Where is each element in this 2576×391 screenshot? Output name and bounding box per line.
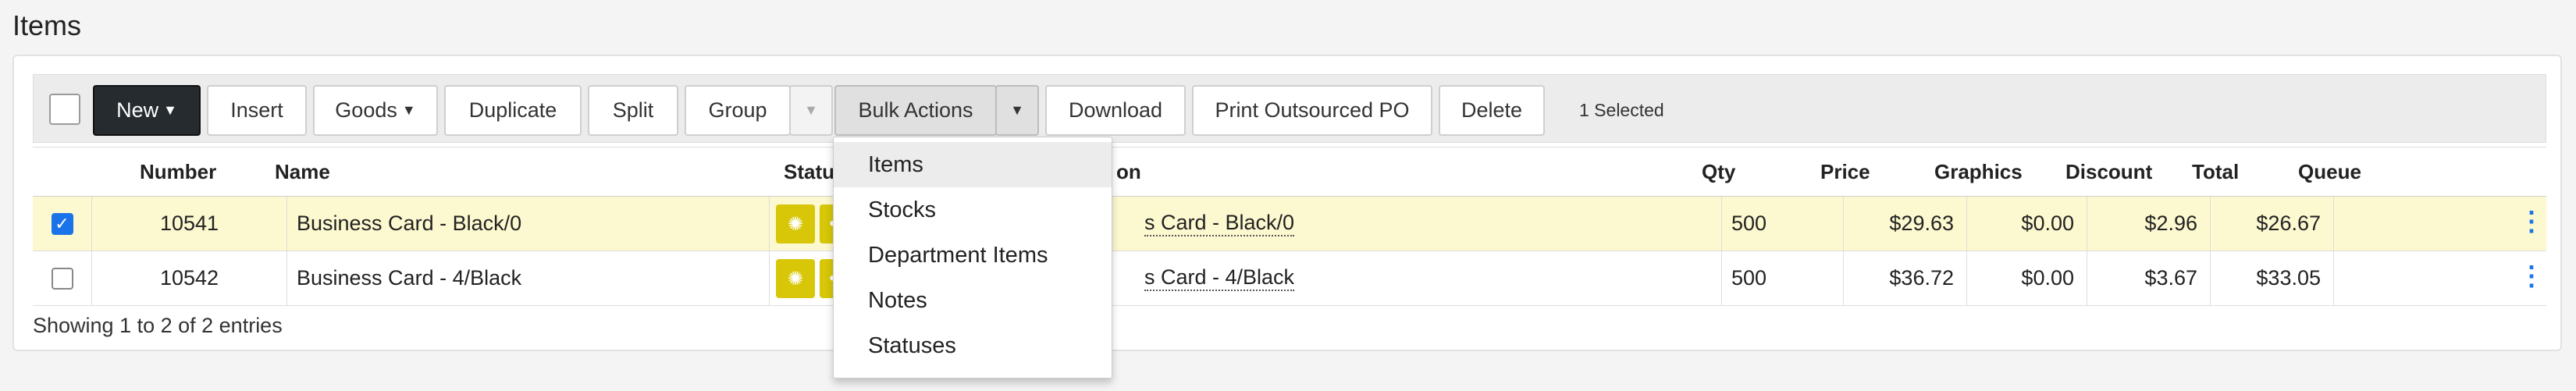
col-total[interactable]: Total bbox=[2192, 160, 2239, 184]
download-button-label: Download bbox=[1068, 98, 1163, 122]
table-row[interactable]: ✓ 10541 Business Card - Black/0 ✺ ••• s … bbox=[33, 197, 2546, 251]
new-button-label: New bbox=[116, 98, 159, 122]
table-info: Showing 1 to 2 of 2 entries bbox=[33, 314, 283, 337]
col-qty[interactable]: Qty bbox=[1702, 160, 1735, 184]
page-title: Items bbox=[12, 9, 82, 41]
group-button[interactable]: Group bbox=[685, 85, 791, 136]
insert-button-label: Insert bbox=[230, 98, 283, 122]
row-name: Business Card - Black/0 bbox=[287, 197, 770, 251]
col-price[interactable]: Price bbox=[1820, 160, 1870, 184]
items-panel: New ▼ Insert Goods ▼ Duplicate Split Gro… bbox=[12, 55, 2562, 351]
duplicate-button[interactable]: Duplicate bbox=[444, 85, 582, 136]
delete-button-label: Delete bbox=[1461, 98, 1523, 122]
goods-button[interactable]: Goods ▼ bbox=[313, 85, 438, 136]
menu-item-notes[interactable]: Notes bbox=[834, 278, 1112, 323]
row-graphics: $0.00 bbox=[1967, 197, 2087, 251]
vertical-ellipsis-icon[interactable]: ⋮ bbox=[2518, 261, 2545, 292]
row-name: Business Card - 4/Black bbox=[287, 251, 770, 305]
split-button[interactable]: Split bbox=[588, 85, 678, 136]
row-discount: $2.96 bbox=[2087, 197, 2211, 251]
duplicate-button-label: Duplicate bbox=[468, 98, 557, 122]
caret-down-icon: ▼ bbox=[163, 102, 177, 118]
col-description[interactable]: on bbox=[1116, 160, 1141, 184]
menu-item-stocks[interactable]: Stocks bbox=[834, 187, 1112, 233]
row-qty: 500 bbox=[1722, 251, 1844, 305]
row-qty: 500 bbox=[1722, 197, 1844, 251]
bulk-actions-menu: Items Stocks Department Items Notes Stat… bbox=[833, 137, 1112, 379]
print-outsourced-po-button[interactable]: Print Outsourced PO bbox=[1192, 85, 1432, 136]
table-header: Number Name Status on Qty Price Graphics… bbox=[33, 148, 2546, 197]
col-name[interactable]: Name bbox=[275, 160, 330, 184]
col-number[interactable]: Number bbox=[140, 160, 216, 184]
row-queue bbox=[2334, 197, 2546, 251]
bulk-actions-button-label: Bulk Actions bbox=[858, 98, 973, 122]
loading-spinner-icon[interactable]: ✺ bbox=[776, 259, 815, 298]
row-price: $29.63 bbox=[1844, 197, 1967, 251]
row-number: 10541 bbox=[92, 197, 287, 251]
vertical-ellipsis-icon[interactable]: ⋮ bbox=[2518, 206, 2545, 237]
row-total: $33.05 bbox=[2211, 251, 2334, 305]
new-button[interactable]: New ▼ bbox=[93, 85, 201, 136]
group-button-label: Group bbox=[708, 98, 767, 122]
col-discount[interactable]: Discount bbox=[2065, 160, 2152, 184]
insert-button[interactable]: Insert bbox=[207, 85, 307, 136]
table-row[interactable]: 10542 Business Card - 4/Black ✺ ••• s Ca… bbox=[33, 251, 2546, 306]
selection-count: 1 Selected bbox=[1579, 100, 1664, 120]
menu-item-items[interactable]: Items bbox=[834, 142, 1112, 187]
caret-down-icon: ▼ bbox=[1010, 102, 1024, 118]
row-total: $26.67 bbox=[2211, 197, 2334, 251]
goods-button-label: Goods bbox=[335, 98, 397, 122]
loading-spinner-icon[interactable]: ✺ bbox=[776, 204, 815, 243]
caret-down-icon: ▼ bbox=[804, 102, 818, 118]
row-description-link[interactable]: s Card - Black/0 bbox=[1144, 211, 1295, 236]
row-queue bbox=[2334, 251, 2546, 305]
row-description-link[interactable]: s Card - 4/Black bbox=[1144, 265, 1295, 291]
bulk-actions-button[interactable]: Bulk Actions bbox=[834, 85, 997, 136]
row-select-cell: ✓ bbox=[33, 197, 92, 251]
items-table: Number Name Status on Qty Price Graphics… bbox=[33, 147, 2546, 309]
caret-down-icon: ▼ bbox=[401, 102, 416, 118]
menu-item-department-items[interactable]: Department Items bbox=[834, 233, 1112, 278]
row-checkbox[interactable]: ✓ bbox=[51, 212, 73, 235]
row-discount: $3.67 bbox=[2087, 251, 2211, 305]
print-outsourced-po-button-label: Print Outsourced PO bbox=[1215, 98, 1410, 122]
row-price: $36.72 bbox=[1844, 251, 1967, 305]
row-checkbox[interactable] bbox=[51, 267, 73, 290]
row-number: 10542 bbox=[92, 251, 287, 305]
col-graphics[interactable]: Graphics bbox=[1934, 160, 2023, 184]
row-graphics: $0.00 bbox=[1967, 251, 2087, 305]
col-queue[interactable]: Queue bbox=[2298, 160, 2361, 184]
download-button[interactable]: Download bbox=[1045, 85, 1186, 136]
group-dropdown-toggle[interactable]: ▼ bbox=[789, 85, 833, 136]
bulk-actions-dropdown-toggle[interactable]: ▼ bbox=[995, 85, 1039, 136]
delete-button[interactable]: Delete bbox=[1439, 85, 1545, 136]
split-button-label: Split bbox=[612, 98, 654, 122]
row-select-cell bbox=[33, 251, 92, 305]
toolbar: New ▼ Insert Goods ▼ Duplicate Split Gro… bbox=[33, 74, 2546, 143]
menu-item-statuses[interactable]: Statuses bbox=[834, 323, 1112, 368]
select-all-checkbox[interactable] bbox=[49, 94, 80, 125]
